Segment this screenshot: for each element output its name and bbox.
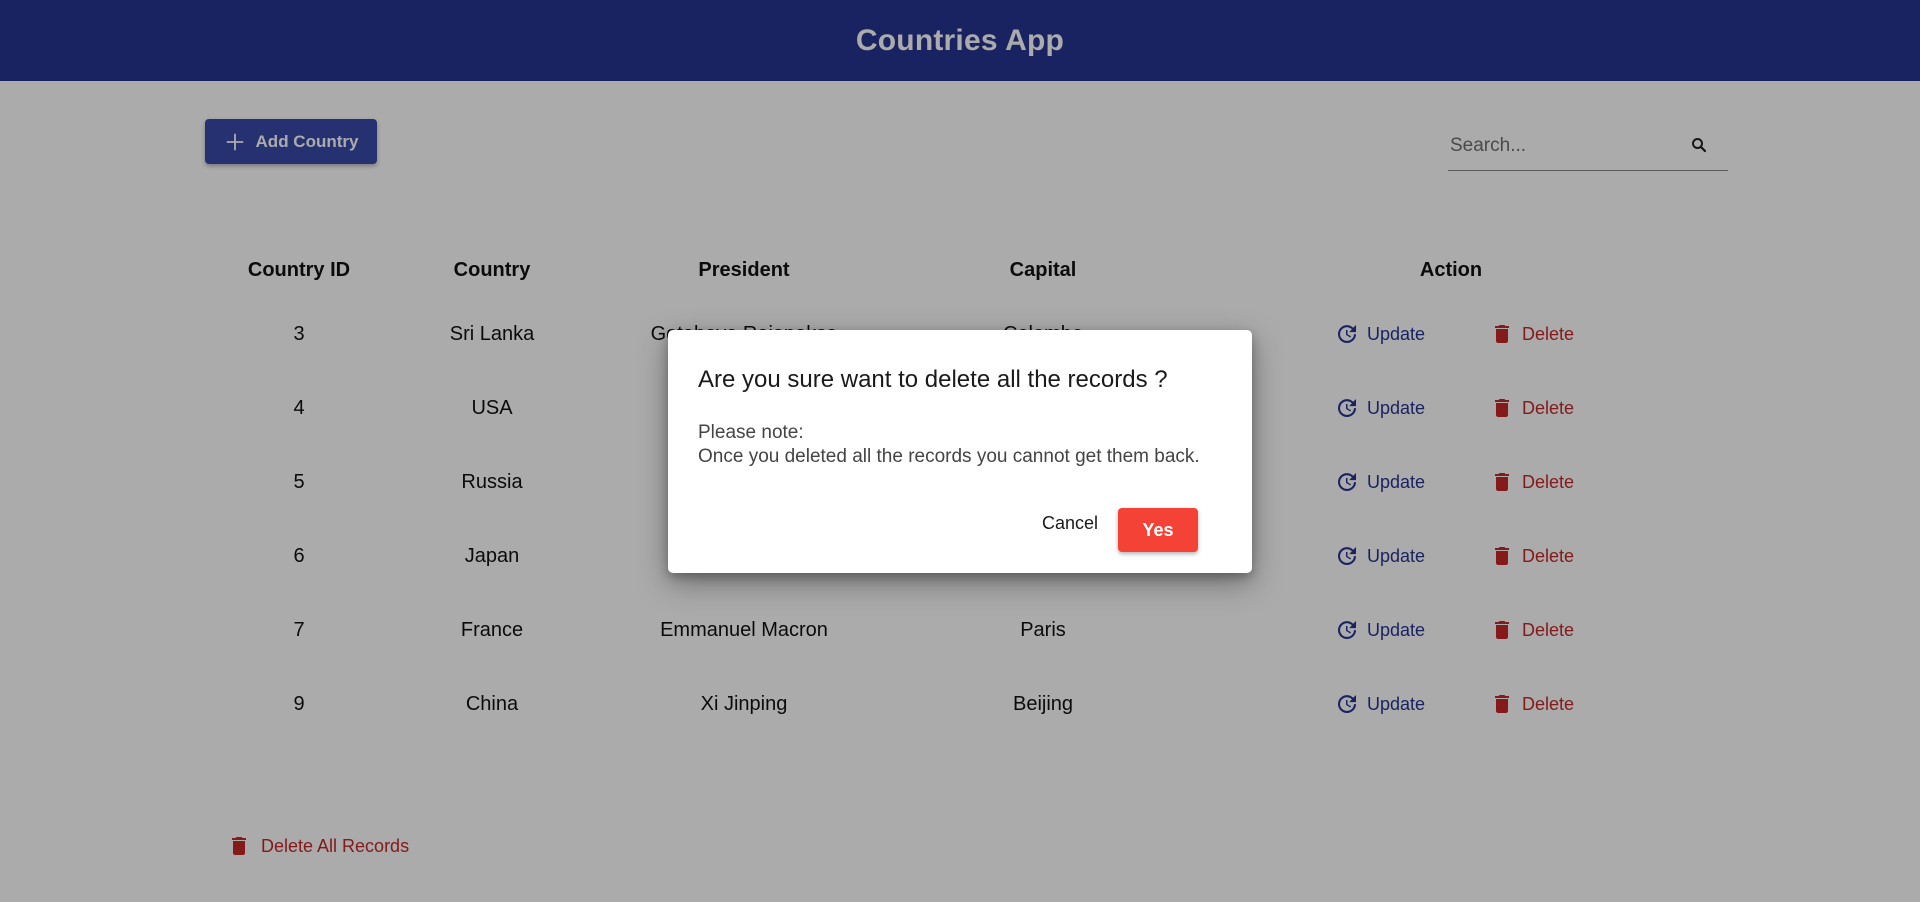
dialog-message: Please note: Once you deleted all the re… <box>698 421 1200 469</box>
dialog-note-line-1: Please note: <box>698 422 804 443</box>
yes-button[interactable]: Yes <box>1118 508 1198 552</box>
confirm-dialog: Are you sure want to delete all the reco… <box>668 330 1252 573</box>
dialog-title: Are you sure want to delete all the reco… <box>698 366 1168 393</box>
cancel-button[interactable]: Cancel <box>1030 508 1110 538</box>
dialog-note-line-2: Once you deleted all the records you can… <box>698 446 1200 467</box>
